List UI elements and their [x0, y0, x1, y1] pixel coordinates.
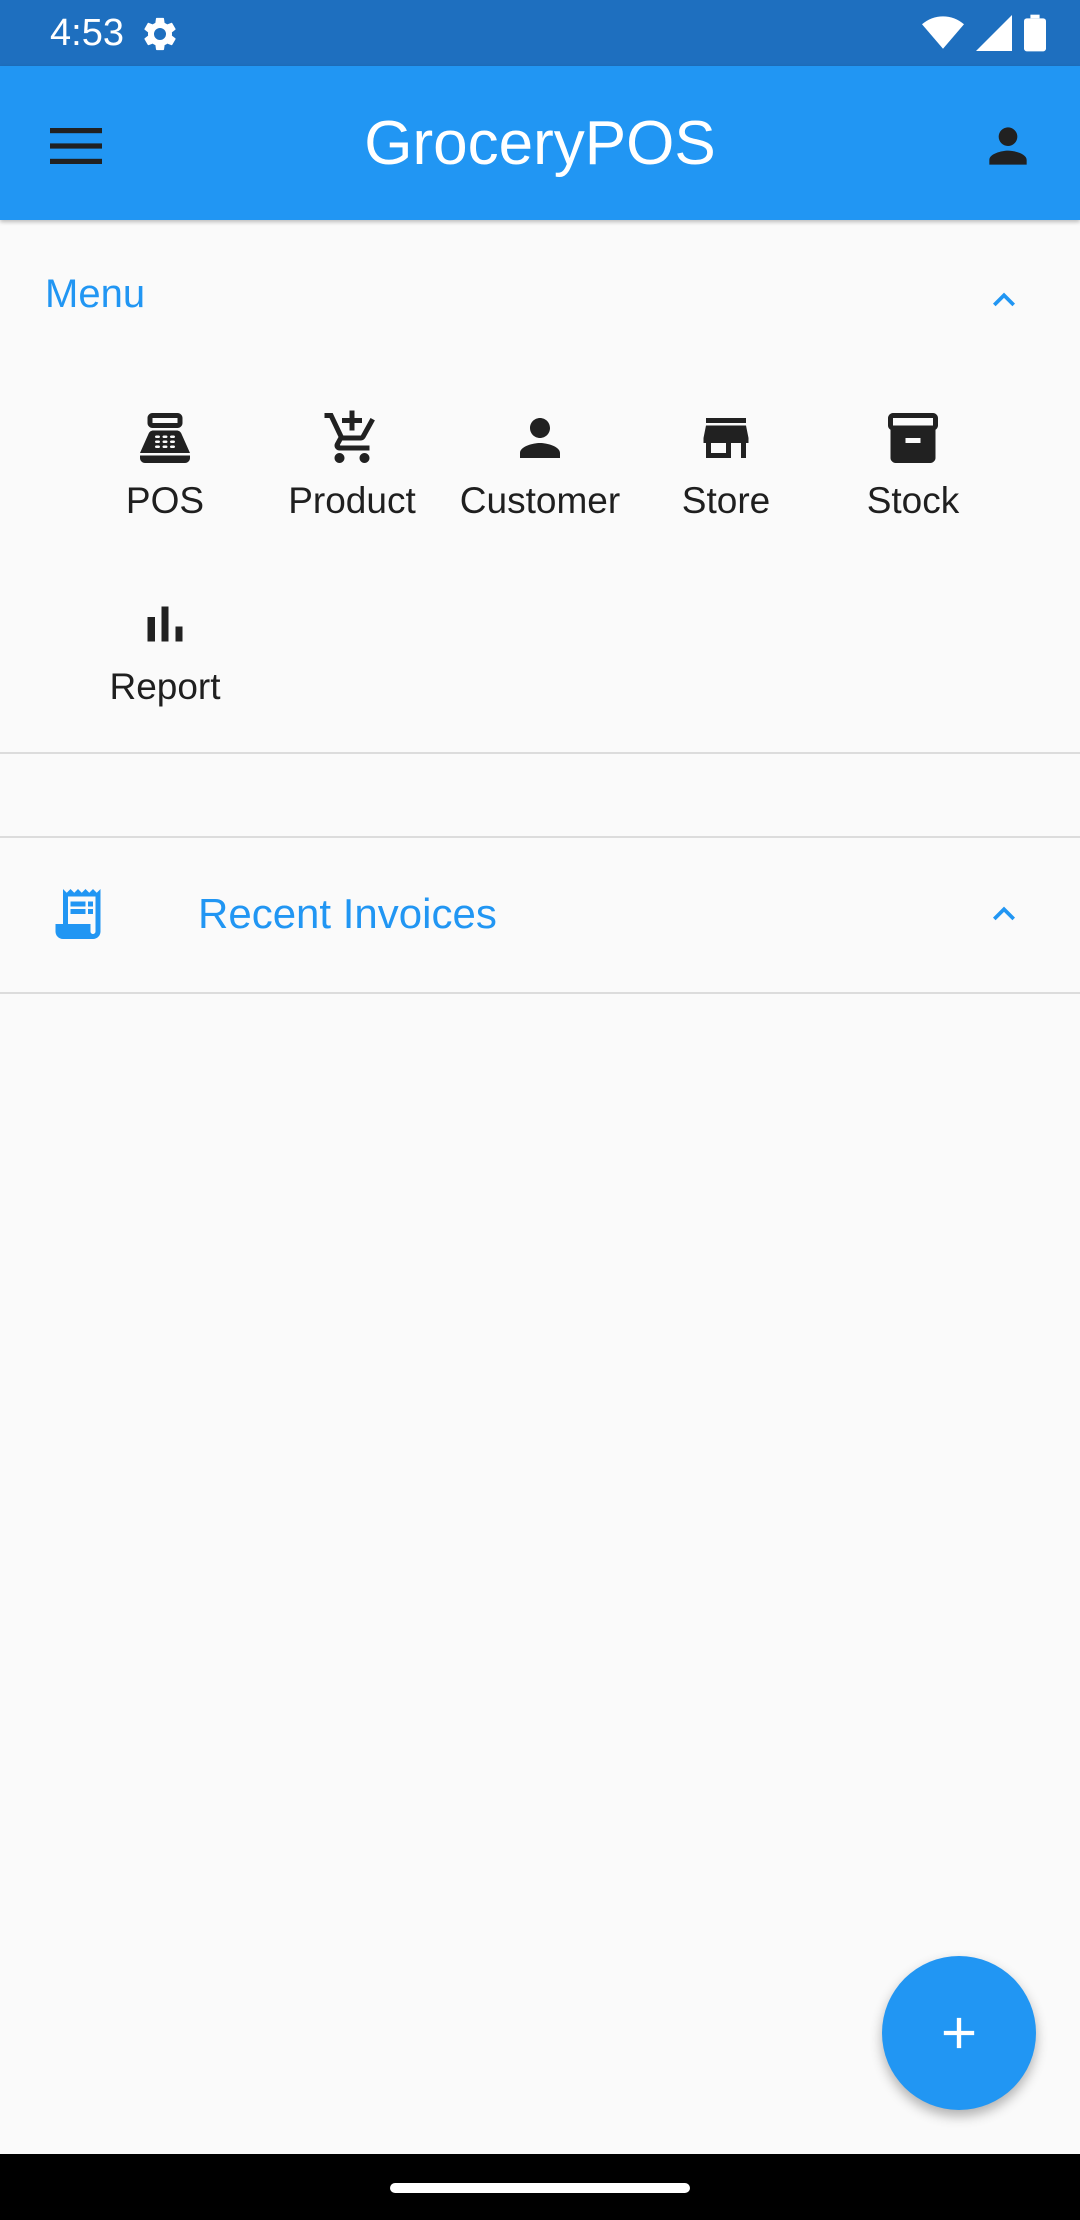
section-spacer [0, 752, 1080, 838]
bar-chart-icon [147, 606, 183, 642]
settings-gear-icon [144, 17, 176, 51]
receipt-icon [55, 889, 101, 939]
menu-item-label: Report [109, 666, 221, 707]
archive-box-icon [888, 413, 938, 463]
store-icon [703, 418, 749, 458]
menu-item-pos[interactable]: POS [75, 408, 255, 558]
home-gesture-handle[interactable] [390, 2183, 690, 2193]
signal-icon [976, 15, 1012, 51]
recent-invoices-header[interactable]: Recent Invoices [0, 838, 1080, 994]
add-fab-button[interactable] [882, 1956, 1036, 2110]
cart-add-icon [324, 410, 375, 463]
status-icons [922, 14, 1046, 52]
menu-item-label: Stock [866, 480, 960, 521]
menu-item-label: Customer [459, 480, 621, 521]
menu-item-report[interactable]: Report [75, 594, 255, 744]
menu-item-label: Product [288, 480, 416, 521]
recent-invoices-title: Recent Invoices [198, 890, 497, 937]
profile-button[interactable] [968, 106, 1048, 186]
menu-item-label: Store [681, 480, 771, 521]
app-title: GroceryPOS [364, 109, 716, 178]
cash-register-icon [140, 413, 190, 463]
status-bar: 4:53 [0, 0, 1080, 66]
menu-item-store[interactable]: Store [636, 408, 816, 558]
app-bar: GroceryPOS [0, 66, 1080, 220]
menu-item-product[interactable]: Product [262, 408, 442, 558]
menu-item-stock[interactable]: Stock [823, 408, 1003, 558]
menu-section: Menu POS Product Customer Store Stock Re… [0, 222, 1080, 754]
person-icon [520, 418, 560, 458]
menu-item-label: POS [125, 480, 205, 521]
menu-item-customer[interactable]: Customer [450, 408, 630, 558]
status-time: 4:53 [50, 12, 124, 54]
chevron-up-icon[interactable] [982, 892, 1026, 936]
plus-icon [943, 2017, 975, 2049]
menu-section-title: Menu [45, 272, 146, 316]
wifi-icon [922, 16, 964, 49]
system-navigation-bar [0, 2154, 1080, 2220]
battery-icon [1024, 14, 1046, 52]
chevron-up-icon[interactable] [982, 278, 1026, 322]
person-icon [989, 127, 1027, 165]
